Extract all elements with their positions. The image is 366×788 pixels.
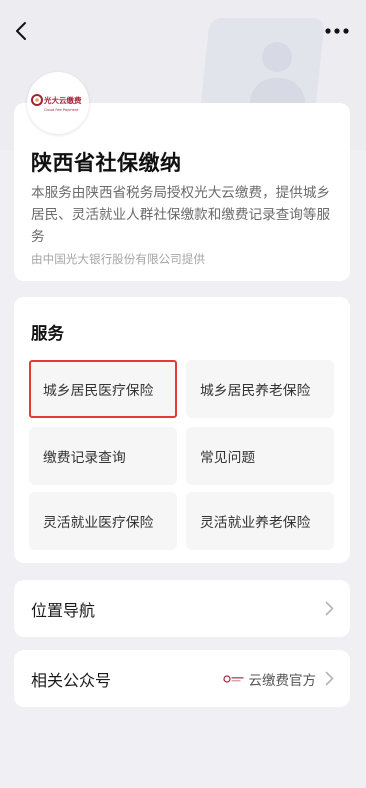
- location-navigation-label: 位置导航: [31, 600, 96, 620]
- service-description: 本服务由陕西省税务局授权光大云缴费，提供城乡居民、灵活就业人群社保缴款和缴费记录…: [31, 185, 331, 245]
- account-avatar-icon: [222, 675, 243, 683]
- service-label: 灵活就业医疗保险: [43, 515, 154, 531]
- services-title: 服务: [31, 324, 64, 343]
- more-button[interactable]: [322, 18, 352, 44]
- service-label: 常见问题: [200, 450, 256, 466]
- page-title: 陕西省社保缴纳: [31, 151, 182, 175]
- service-flexible-pension-insurance[interactable]: 灵活就业养老保险: [186, 492, 334, 550]
- chevron-left-icon: [16, 22, 26, 40]
- back-button[interactable]: [8, 16, 38, 46]
- official-account-info: 云缴费官方: [222, 669, 317, 689]
- service-label: 城乡居民医疗保险: [43, 383, 154, 399]
- official-account-name: 云缴费官方: [248, 673, 317, 689]
- logo-subtext: Cloud Fee Payment: [44, 108, 79, 112]
- chevron-right-icon: [325, 671, 334, 686]
- top-bar: [0, 0, 366, 60]
- service-payment-records[interactable]: 缴费记录查询: [29, 427, 177, 485]
- service-rural-medical-insurance[interactable]: 城乡居民医疗保险: [29, 360, 177, 418]
- chevron-right-icon: [325, 601, 334, 616]
- service-faq[interactable]: 常见问题: [186, 427, 334, 485]
- logo-text: 光大云缴费: [43, 95, 82, 105]
- more-dots-icon: [325, 28, 349, 34]
- service-logo: 光大云缴费 Cloud Fee Payment: [27, 72, 89, 134]
- service-flexible-medical-insurance[interactable]: 灵活就业医疗保险: [29, 492, 177, 550]
- official-account-label: 相关公众号: [31, 670, 112, 690]
- provider-text: 由中国光大银行股份有限公司提供: [31, 252, 205, 266]
- services-card: 服务 城乡居民医疗保险 城乡居民养老保险 缴费记录查询 常见问题 灵活就业医疗保…: [14, 297, 350, 563]
- service-rural-pension-insurance[interactable]: 城乡居民养老保险: [186, 360, 334, 418]
- service-label: 灵活就业养老保险: [200, 515, 311, 531]
- official-account-row[interactable]: 相关公众号 云缴费官方: [14, 650, 350, 707]
- guangda-yunjiaofei-logo: 光大云缴费 Cloud Fee Payment: [31, 94, 82, 112]
- location-navigation-row[interactable]: 位置导航: [14, 580, 350, 637]
- service-label: 城乡居民养老保险: [200, 383, 311, 399]
- service-label: 缴费记录查询: [43, 450, 126, 466]
